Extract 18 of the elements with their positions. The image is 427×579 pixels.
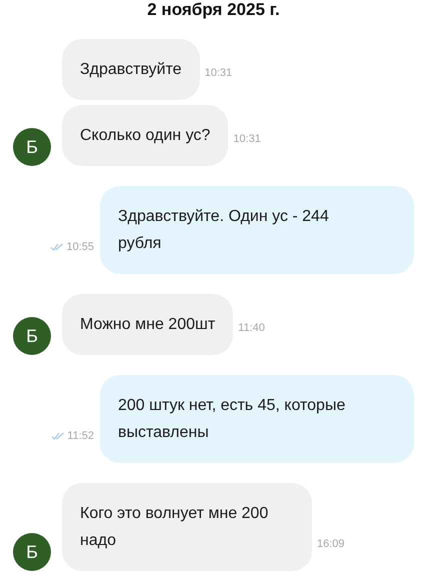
message-bubble: Здравствуйте — [62, 39, 200, 100]
avatar: Б — [13, 128, 51, 166]
message-time: 16:09 — [317, 538, 345, 550]
double-check-icon — [51, 432, 66, 440]
message-time: 11:52 — [67, 430, 94, 442]
message-time: 11:40 — [238, 322, 265, 334]
message-bubble: Можно мне 200шт — [62, 294, 234, 355]
message-time: 10:31 — [204, 67, 232, 79]
avatar: Б — [13, 317, 51, 355]
message-time: 10:55 — [66, 241, 94, 253]
avatar: Б — [13, 533, 51, 571]
message-bubble: Здравствуйте. Один ус - 244 рубля — [100, 186, 414, 274]
message-bubble: Сколько один ус? — [62, 105, 228, 166]
date-header: 2 ноября 2025 г. — [147, 0, 280, 20]
double-check-icon — [50, 243, 64, 251]
message-bubble: Кого это волнует мне 200 надо — [62, 483, 312, 571]
message-time: 10:31 — [233, 133, 261, 145]
message-bubble: 200 штук нет, есть 45, которые выставлены — [100, 375, 414, 463]
